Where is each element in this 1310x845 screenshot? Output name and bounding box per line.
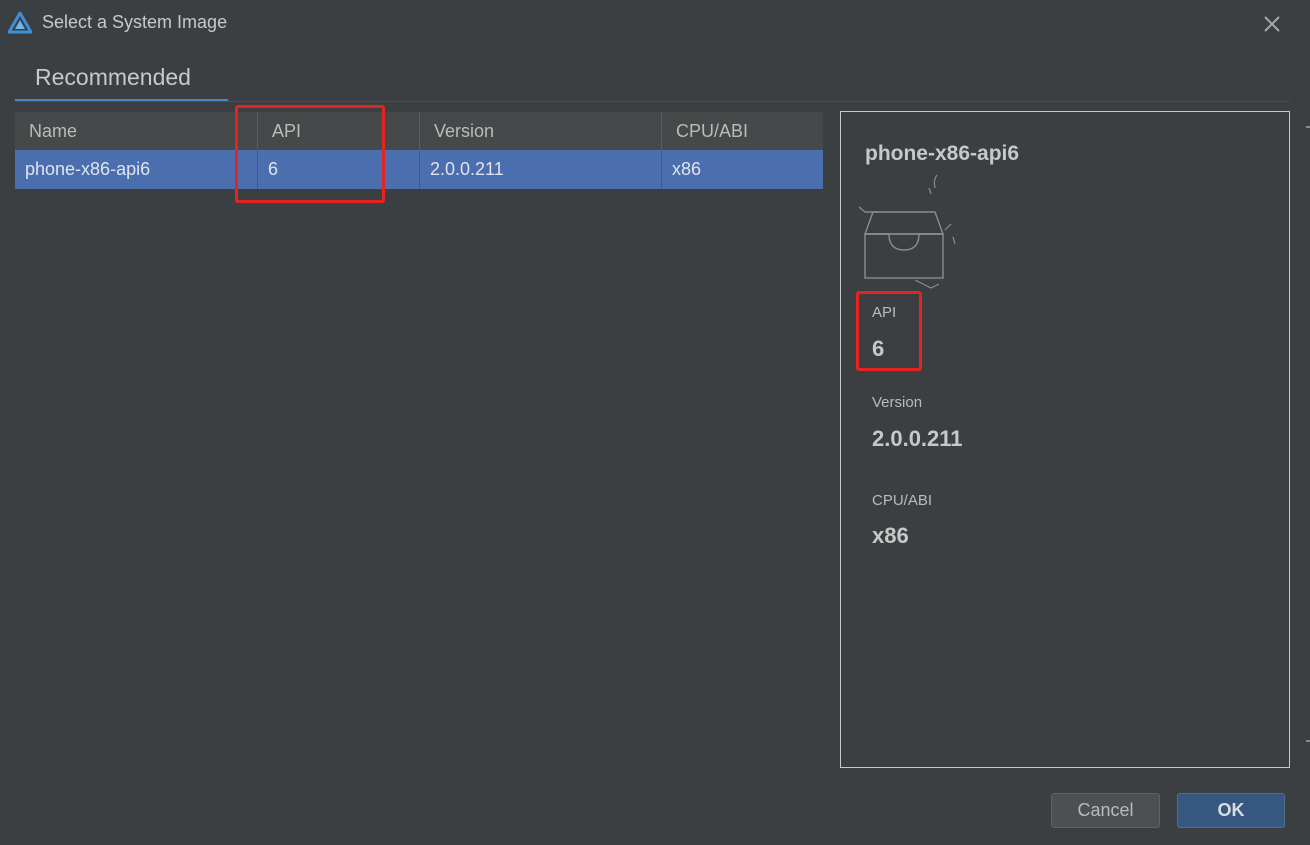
cell-name: phone-x86-api6 [15, 150, 258, 189]
tab-divider [15, 101, 1290, 102]
details-panel: phone-x86-api6 API 6 Version 2.0.0.211 C… [840, 111, 1290, 768]
ok-button[interactable]: OK [1177, 793, 1285, 828]
system-image-table: Name API Version CPU/ABI phone-x86-api6 … [15, 112, 823, 767]
close-icon[interactable] [1258, 10, 1286, 38]
details-title: phone-x86-api6 [865, 142, 1020, 165]
details-version-value: 2.0.0.211 [872, 426, 963, 451]
details-cpu-label: CPU/ABI [872, 492, 933, 509]
empty-box-icon [858, 174, 956, 289]
details-cpu-value: x86 [872, 523, 909, 548]
title-bar: Select a System Image [0, 0, 1310, 46]
cancel-button[interactable]: Cancel [1051, 793, 1160, 828]
edge-marker [1306, 126, 1310, 128]
column-header-cpu-abi[interactable]: CPU/ABI [662, 112, 823, 150]
api-detail-highlight [856, 291, 922, 371]
api-column-highlight [235, 105, 385, 203]
column-header-version[interactable]: Version [420, 112, 662, 150]
edge-marker [1306, 740, 1310, 742]
details-version-label: Version [872, 394, 923, 411]
harmony-logo-icon [8, 12, 32, 34]
cell-cpu-abi: x86 [672, 159, 702, 179]
tab-recommended[interactable]: Recommended [15, 58, 228, 102]
table-header: Name API Version CPU/ABI [15, 112, 823, 150]
window-title: Select a System Image [42, 12, 228, 32]
table-row[interactable]: phone-x86-api6 6 2.0.0.211 x86 [15, 150, 823, 189]
cell-version: 2.0.0.211 [420, 150, 662, 189]
tab-recommended-label: Recommended [35, 64, 191, 90]
column-header-name[interactable]: Name [15, 112, 258, 150]
